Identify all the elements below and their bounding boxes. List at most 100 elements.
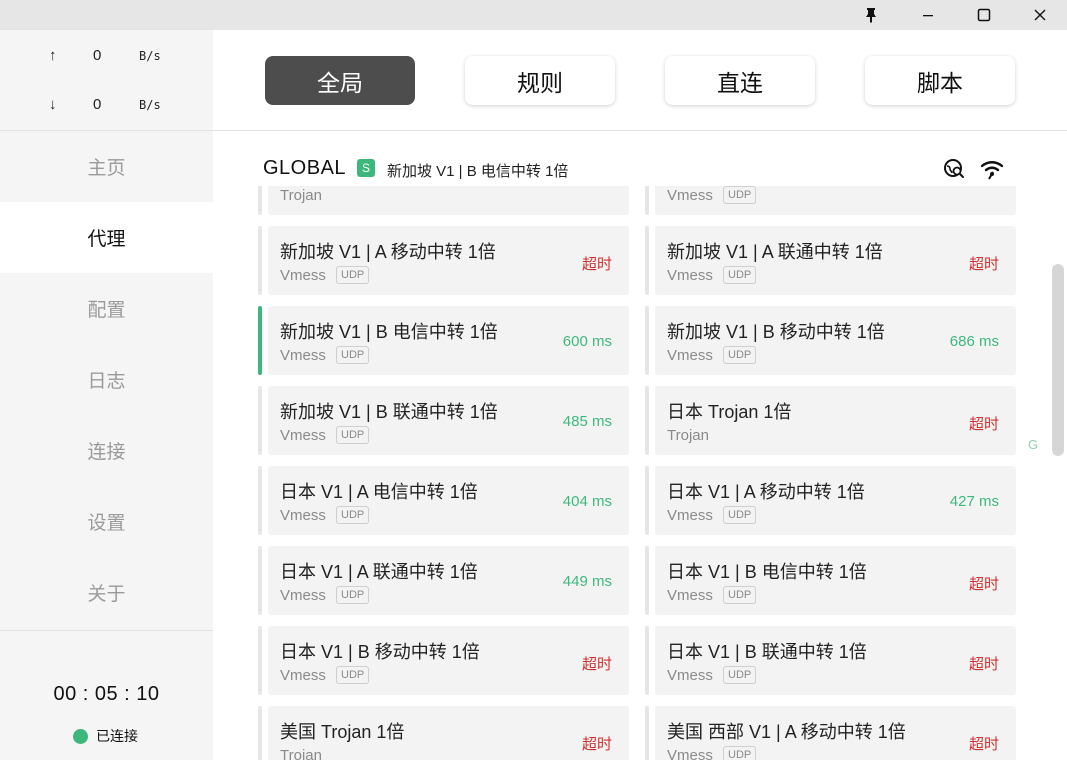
- proxy-delay[interactable]: 超时: [582, 253, 612, 274]
- selection-indicator: [258, 386, 262, 455]
- mode-rule-button[interactable]: 规则: [465, 56, 615, 105]
- latency-test-icon[interactable]: [943, 158, 965, 180]
- proxy-delay[interactable]: 686 ms: [950, 333, 999, 350]
- udp-badge: UDP: [336, 666, 370, 684]
- proxy-card[interactable]: 日本 V1 | B 联通中转 1倍 Vmess UDP 超时: [645, 626, 1016, 695]
- sidebar-item-about[interactable]: 关于: [0, 557, 213, 628]
- proxy-group-header[interactable]: GLOBAL S 新加坡 V1 | B 电信中转 1倍: [213, 131, 1053, 186]
- proxy-card[interactable]: 新加坡 V1 | A 联通中转 1倍 Vmess UDP 超时: [645, 226, 1016, 295]
- sidebar-item-logs[interactable]: 日志: [0, 344, 213, 415]
- maximize-icon[interactable]: [961, 0, 1007, 30]
- proxy-type: Vmess: [667, 747, 713, 760]
- proxy-name: 日本 Trojan 1倍: [667, 402, 792, 422]
- proxy-card[interactable]: 日本 V1 | B 电信中转 1倍 Vmess UDP 超时: [645, 546, 1016, 615]
- proxy-card[interactable]: 新加坡 V1 | B 移动中转 1倍 Vmess UDP 686 ms: [645, 306, 1016, 375]
- udp-badge: UDP: [723, 746, 757, 760]
- proxy-delay[interactable]: 超时: [969, 733, 999, 754]
- proxy-delay[interactable]: 超时: [582, 653, 612, 674]
- proxy-card[interactable]: 美国 Trojan 1倍 Trojan 超时: [258, 706, 629, 760]
- side-letter-index[interactable]: G: [1028, 437, 1038, 452]
- proxy-card[interactable]: 新加坡 V1 | B 联通中转 1倍 Vmess UDP 485 ms: [258, 386, 629, 455]
- proxy-type: Vmess: [280, 427, 326, 444]
- proxy-delay[interactable]: 超时: [969, 573, 999, 594]
- group-selected-proxy: 新加坡 V1 | B 电信中转 1倍: [387, 163, 569, 180]
- proxy-card[interactable]: 日本 V1 | A 联通中转 1倍 Vmess UDP 449 ms: [258, 546, 629, 615]
- mode-script-button[interactable]: 脚本: [865, 56, 1015, 105]
- group-type-badge: S: [357, 159, 375, 177]
- sidebar-item-proxy[interactable]: 代理: [0, 202, 213, 273]
- proxy-name: 日本 V1 | A 电信中转 1倍: [280, 482, 478, 502]
- download-unit: B/s: [139, 98, 161, 112]
- proxy-delay[interactable]: 449 ms: [563, 573, 612, 590]
- proxy-delay[interactable]: 485 ms: [563, 413, 612, 430]
- proxy-card[interactable]: 日本 V1 | A 移动中转 1倍 Vmess UDP 427 ms: [645, 466, 1016, 535]
- udp-badge: UDP: [723, 666, 757, 684]
- upload-value: 0: [93, 47, 102, 64]
- proxy-name: 新加坡 V1 | A 联通中转 1倍: [667, 242, 883, 262]
- proxy-type: Vmess: [667, 507, 713, 524]
- udp-badge: UDP: [723, 586, 757, 604]
- selection-indicator: [258, 706, 262, 760]
- sidebar-item-profiles[interactable]: 配置: [0, 273, 213, 344]
- mode-direct-button[interactable]: 直连: [665, 56, 815, 105]
- selection-indicator: [645, 306, 649, 375]
- proxy-name: 日本 V1 | A 联通中转 1倍: [280, 562, 478, 582]
- download-value: 0: [93, 96, 102, 113]
- selection-indicator: [645, 706, 649, 760]
- proxy-type: Vmess: [280, 347, 326, 364]
- proxy-name: 新加坡 V1 | A 移动中转 1倍: [280, 242, 496, 262]
- proxy-name: 日本 V1 | B 电信中转 1倍: [667, 562, 867, 582]
- proxy-name: 美国 Trojan 1倍: [280, 722, 405, 742]
- proxy-name: 新加坡 V1 | B 联通中转 1倍: [280, 402, 498, 422]
- status-label: 已连接: [96, 728, 138, 744]
- upload-arrow-icon: ↑: [49, 47, 57, 64]
- proxy-type: Vmess: [280, 507, 326, 524]
- proxy-delay[interactable]: 超时: [969, 653, 999, 674]
- proxy-card[interactable]: Trojan: [258, 186, 629, 215]
- mode-switcher: 全局 规则 直连 脚本: [213, 30, 1067, 131]
- proxy-type: Vmess: [667, 667, 713, 684]
- mode-global-button[interactable]: 全局: [265, 56, 415, 105]
- selection-indicator: [645, 386, 649, 455]
- proxy-name: 新加坡 V1 | B 电信中转 1倍: [280, 322, 498, 342]
- sidebar-item-connections[interactable]: 连接: [0, 415, 213, 486]
- selection-indicator: [258, 186, 262, 215]
- network-signal-icon[interactable]: [980, 158, 1004, 180]
- proxy-card[interactable]: 美国 西部 V1 | A 移动中转 1倍 Vmess UDP 超时: [645, 706, 1016, 760]
- sidebar: ↑ 0 B/s ↓ 0 B/s 主页 代理 配置 日志 连接 设置 关于 00 …: [0, 30, 213, 760]
- proxy-card-selected[interactable]: 新加坡 V1 | B 电信中转 1倍 Vmess UDP 600 ms: [258, 306, 629, 375]
- proxy-name: 日本 V1 | A 移动中转 1倍: [667, 482, 865, 502]
- proxy-delay[interactable]: 超时: [969, 253, 999, 274]
- proxy-card[interactable]: 日本 Trojan 1倍 Trojan 超时: [645, 386, 1016, 455]
- proxy-card[interactable]: 新加坡 V1 | A 移动中转 1倍 Vmess UDP 超时: [258, 226, 629, 295]
- selection-indicator: [645, 186, 649, 215]
- scrollbar-thumb[interactable]: [1052, 264, 1064, 456]
- proxy-delay[interactable]: 427 ms: [950, 493, 999, 510]
- minimize-icon[interactable]: [905, 0, 951, 30]
- udp-badge: UDP: [336, 506, 370, 524]
- proxy-type: Vmess: [280, 667, 326, 684]
- proxy-type: Vmess: [280, 267, 326, 284]
- proxy-delay[interactable]: 超时: [582, 733, 612, 754]
- pin-icon[interactable]: [848, 0, 894, 30]
- sidebar-item-home[interactable]: 主页: [0, 131, 213, 202]
- sidebar-item-settings[interactable]: 设置: [0, 486, 213, 557]
- download-speed: ↓ 0 B/s: [0, 96, 213, 116]
- proxy-card[interactable]: 日本 V1 | B 移动中转 1倍 Vmess UDP 超时: [258, 626, 629, 695]
- close-icon[interactable]: [1017, 0, 1063, 30]
- proxy-name: 美国 西部 V1 | A 移动中转 1倍: [667, 722, 906, 742]
- proxy-card[interactable]: 日本 V1 | A 电信中转 1倍 Vmess UDP 404 ms: [258, 466, 629, 535]
- selection-indicator: [645, 626, 649, 695]
- proxy-type: Vmess: [667, 587, 713, 604]
- proxy-type: Vmess: [280, 587, 326, 604]
- proxy-delay[interactable]: 404 ms: [563, 493, 612, 510]
- udp-badge: UDP: [723, 346, 757, 364]
- traffic-monitor: ↑ 0 B/s ↓ 0 B/s: [0, 30, 213, 130]
- proxy-delay[interactable]: 600 ms: [563, 333, 612, 350]
- udp-badge: UDP: [723, 186, 757, 204]
- proxy-delay[interactable]: 超时: [969, 413, 999, 434]
- proxy-card[interactable]: Vmess UDP: [645, 186, 1016, 215]
- udp-badge: UDP: [723, 266, 757, 284]
- selection-indicator: [258, 546, 262, 615]
- selection-indicator: [645, 546, 649, 615]
